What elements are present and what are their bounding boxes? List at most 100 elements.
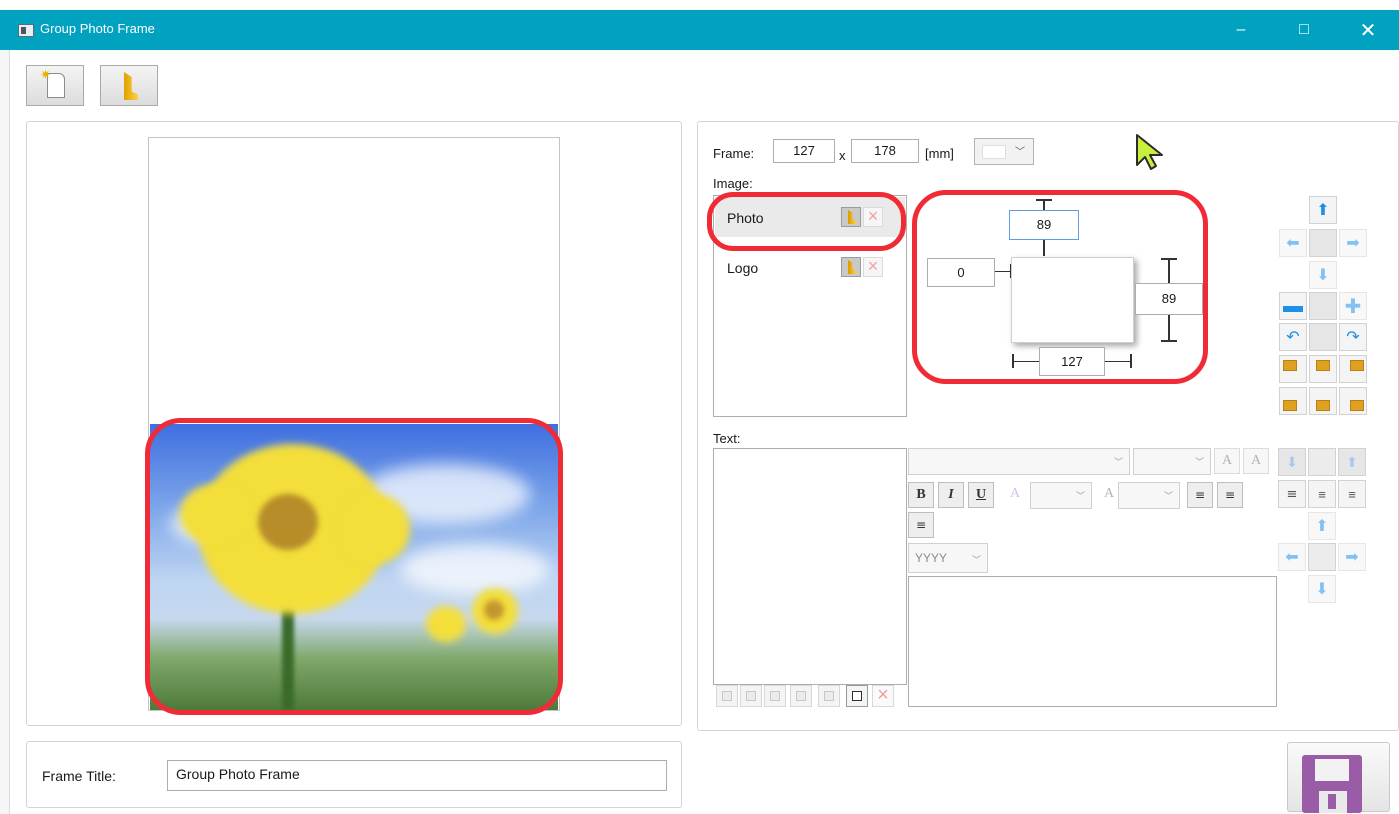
arrow-down-icon: ⬇: [1315, 581, 1329, 598]
text-up-button[interactable]: ⬆: [1308, 512, 1336, 540]
center-button[interactable]: [1309, 229, 1337, 257]
new-frame-button[interactable]: ✷: [26, 65, 84, 106]
minus-icon: ▬: [1283, 294, 1303, 317]
move-text-backward-button[interactable]: [740, 685, 762, 707]
chevron-down-icon: ﹀: [1163, 491, 1173, 501]
highlight-color-select[interactable]: ﹀: [1118, 482, 1180, 509]
add-text-button[interactable]: [846, 685, 868, 707]
dimension-line: [1130, 354, 1132, 368]
frame-color-select[interactable]: ﹀: [974, 138, 1034, 165]
dimension-line: [1036, 199, 1052, 201]
move-left-button[interactable]: ⬅: [1279, 229, 1307, 257]
move-text-front-button[interactable]: [790, 685, 812, 707]
zoom-reset-button[interactable]: [1309, 292, 1337, 320]
align-icon: [1316, 400, 1330, 411]
frame-title-input[interactable]: Group Photo Frame: [167, 760, 667, 791]
move-up-button[interactable]: ⬆: [1309, 196, 1337, 224]
zoom-in-button[interactable]: ✚: [1339, 292, 1367, 320]
layer-icon: [824, 691, 834, 701]
minimize-button[interactable]: –: [1218, 10, 1264, 50]
text-move-top-button[interactable]: ⬇: [1278, 448, 1306, 476]
italic-button[interactable]: I: [938, 482, 964, 508]
font-shrink-button[interactable]: A: [1243, 448, 1269, 474]
font-size-select[interactable]: ﹀: [1133, 448, 1211, 475]
move-down-button[interactable]: ⬇: [1309, 261, 1337, 289]
arrow-right-icon: ➡: [1346, 235, 1360, 252]
text-editor[interactable]: [908, 576, 1277, 707]
open-image-button[interactable]: [841, 257, 861, 277]
move-right-button[interactable]: ➡: [1339, 229, 1367, 257]
align-right-button[interactable]: ≡: [908, 512, 934, 538]
dimension-line: [1168, 315, 1170, 341]
align-bottom-center-button[interactable]: [1309, 387, 1337, 415]
open-image-button[interactable]: [841, 207, 861, 227]
cloud: [400, 544, 550, 594]
text-right-button[interactable]: ➡: [1338, 543, 1366, 571]
align-top-right-button[interactable]: [1339, 355, 1367, 383]
frame-height-input[interactable]: 178: [851, 139, 919, 163]
bold-button[interactable]: B: [908, 482, 934, 508]
position-width-input[interactable]: 127: [1039, 347, 1105, 376]
chevron-down-icon: ﹀: [1113, 457, 1123, 467]
text-align-right-button[interactable]: ≡: [1338, 480, 1366, 508]
align-icon: [1316, 360, 1330, 371]
image-section-label: Image:: [713, 176, 753, 191]
arrow-up-icon: ⬆: [1346, 453, 1358, 470]
dimension-line: [1012, 354, 1014, 368]
delete-text-button[interactable]: ×: [872, 685, 894, 707]
text-list: [713, 448, 907, 685]
sunflower-center: [258, 494, 318, 550]
underline-button[interactable]: U: [968, 482, 994, 508]
align-justify-button[interactable]: ≡: [1217, 482, 1243, 508]
close-button[interactable]: ✕: [1345, 10, 1391, 50]
text-center-button[interactable]: [1308, 543, 1336, 571]
rotate-left-button[interactable]: ↶: [1279, 323, 1307, 351]
maximize-button[interactable]: □: [1281, 10, 1327, 50]
font-family-select[interactable]: ﹀: [908, 448, 1130, 475]
rotate-reset-button[interactable]: [1309, 323, 1337, 351]
move-text-back-button[interactable]: [716, 685, 738, 707]
zoom-out-button[interactable]: ▬: [1279, 292, 1307, 320]
dimension-line: [1161, 340, 1177, 342]
date-format-select[interactable]: YYYY ﹀: [908, 543, 988, 573]
image-item-logo[interactable]: Logo ×: [715, 247, 905, 287]
window-title: Group Photo Frame: [40, 21, 155, 36]
open-frame-button[interactable]: [100, 65, 158, 106]
arrow-left-icon: ⬅: [1285, 549, 1299, 566]
image-item-photo[interactable]: Photo ×: [715, 197, 905, 237]
text-down-button[interactable]: ⬇: [1308, 575, 1336, 603]
date-format-value: YYYY: [915, 551, 948, 565]
duplicate-text-button[interactable]: [818, 685, 840, 707]
rotate-right-button[interactable]: ↷: [1339, 323, 1367, 351]
frame-width-input[interactable]: 127: [773, 139, 835, 163]
align-bottom-left-button[interactable]: [1279, 387, 1307, 415]
text-left-button[interactable]: ⬅: [1278, 543, 1306, 571]
text-move-bottom-button[interactable]: ⬆: [1338, 448, 1366, 476]
text-align-center-button[interactable]: ≡: [1308, 480, 1336, 508]
align-top-center-button[interactable]: [1309, 355, 1337, 383]
align-icon: [1283, 400, 1297, 411]
text-move-middle-button[interactable]: [1308, 448, 1336, 476]
save-button[interactable]: [1287, 742, 1390, 813]
align-left-button[interactable]: ≡: [1187, 482, 1213, 508]
chevron-down-icon: ﹀: [1194, 457, 1204, 467]
sunflower-petals: [340, 494, 410, 564]
position-top-input[interactable]: 89: [1009, 210, 1079, 240]
preview-photo[interactable]: [150, 424, 558, 710]
delete-image-button[interactable]: ×: [863, 257, 883, 277]
move-text-forward-button[interactable]: [764, 685, 786, 707]
delete-image-button[interactable]: ×: [863, 207, 883, 227]
window-edge: [0, 50, 10, 814]
rotate-left-icon: ↶: [1286, 329, 1300, 346]
chevron-down-icon: ﹀: [1015, 147, 1025, 158]
font-grow-button[interactable]: A: [1214, 448, 1240, 474]
position-left-input[interactable]: 0: [927, 258, 995, 287]
position-right-input[interactable]: 89: [1135, 283, 1203, 315]
align-top-left-button[interactable]: [1279, 355, 1307, 383]
plus-icon: ✚: [1344, 295, 1362, 318]
align-bottom-right-button[interactable]: [1339, 387, 1367, 415]
font-color-select[interactable]: ﹀: [1030, 482, 1092, 509]
layer-icon: [746, 691, 756, 701]
text-align-left-button[interactable]: ≡: [1278, 480, 1306, 508]
font-color-icon[interactable]: A: [1002, 482, 1028, 508]
